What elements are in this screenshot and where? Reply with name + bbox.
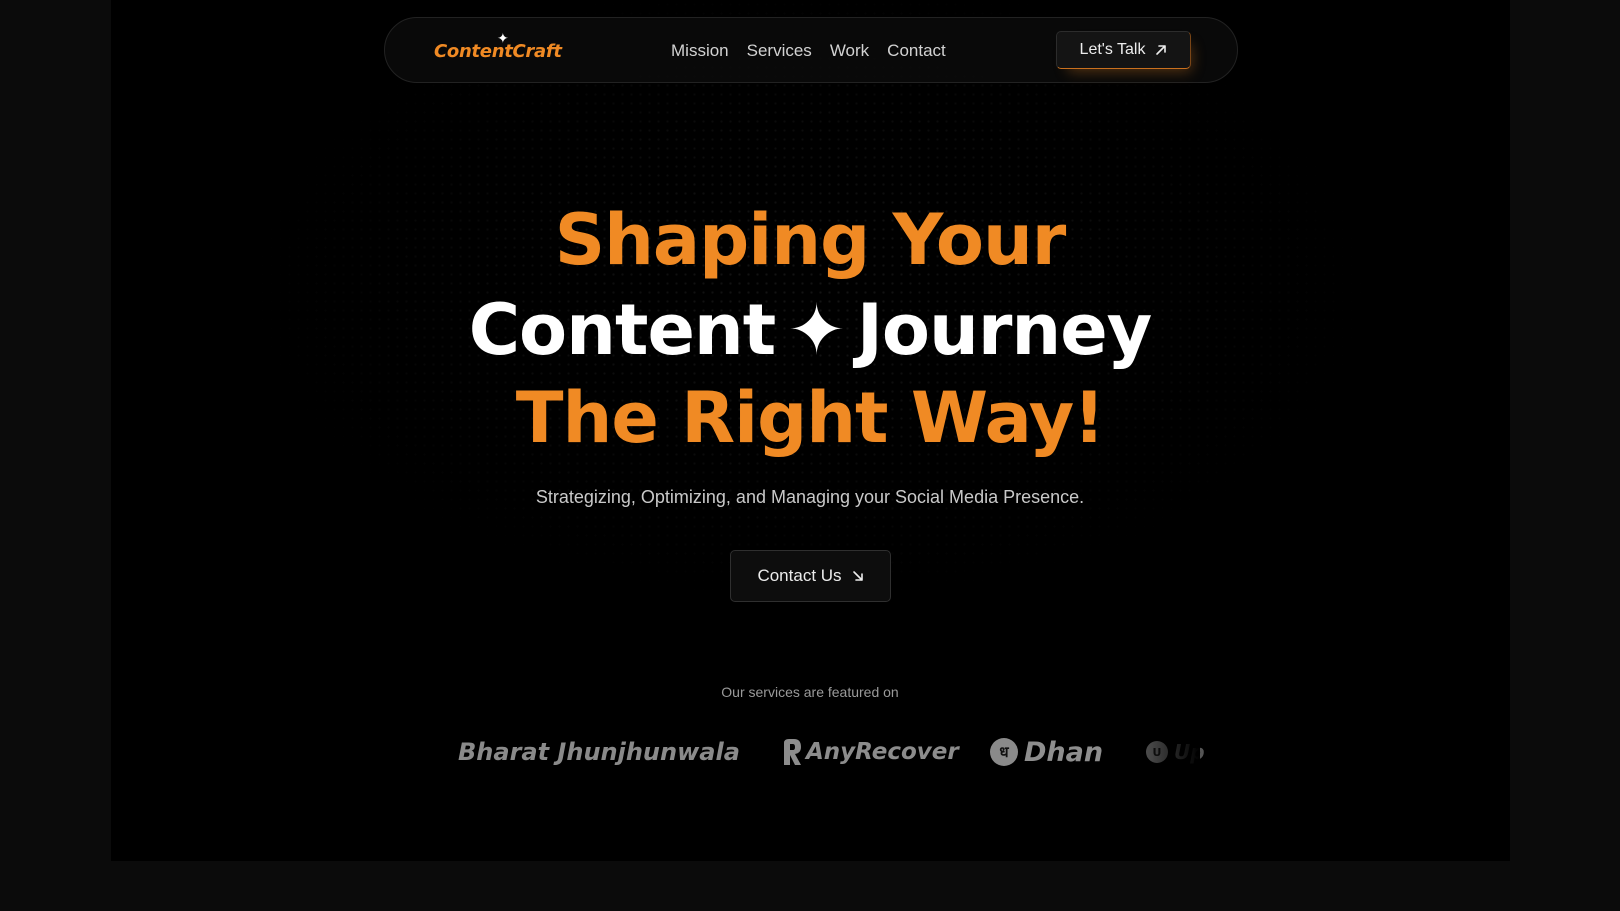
logo-star-icon: ✦ [497,31,509,47]
nav-links: Mission Services Work Contact [671,18,946,84]
brand-logo-anyrecover: AnyRecover [780,730,959,774]
lets-talk-button[interactable]: Let's Talk [1056,31,1191,69]
headline-line-1: Shaping Your [554,199,1067,281]
nav-link-contact[interactable]: Contact [887,41,946,61]
brand-logo-dhan: ध Dhan [990,730,1103,774]
brands-fade-overlay [1140,720,1200,780]
dhan-icon: ध [990,738,1018,766]
brand-logo-bharat-jhunjhunwala: Bharat Jhunjhunwala [458,730,740,774]
nav-link-mission[interactable]: Mission [671,41,729,61]
contact-us-button[interactable]: Contact Us [730,550,891,602]
brand-name: AnyRecover [806,739,959,765]
brand-name: Bharat Jhunjhunwala [458,738,740,766]
nav-link-work[interactable]: Work [830,41,869,61]
headline-journey-word: Journey [856,289,1152,371]
headline-content-word: Content [468,289,777,371]
featured-on-label: Our services are featured on [721,684,899,700]
logo[interactable]: ContentCraft ✦ [434,31,562,67]
arrow-up-right-icon [1156,45,1167,55]
arrow-down-right-icon [852,571,863,581]
featured-brands-strip: Bharat Jhunjhunwala AnyRecover ध Dhan U … [0,730,1620,774]
headline-line-2: Content ✦ Journey [0,285,1620,375]
lets-talk-label: Let's Talk [1079,41,1146,58]
anyrecover-icon [784,739,801,765]
headline-line-3: The Right Way! [515,377,1105,459]
contact-us-label: Contact Us [757,566,842,585]
brand-name: Dhan [1024,736,1104,768]
top-navbar: ContentCraft ✦ Mission Services Work Con… [384,17,1238,83]
sparkle-icon: ✦ [787,289,846,371]
hero-subtitle: Strategizing, Optimizing, and Managing y… [535,487,1085,507]
nav-link-services[interactable]: Services [747,41,812,61]
